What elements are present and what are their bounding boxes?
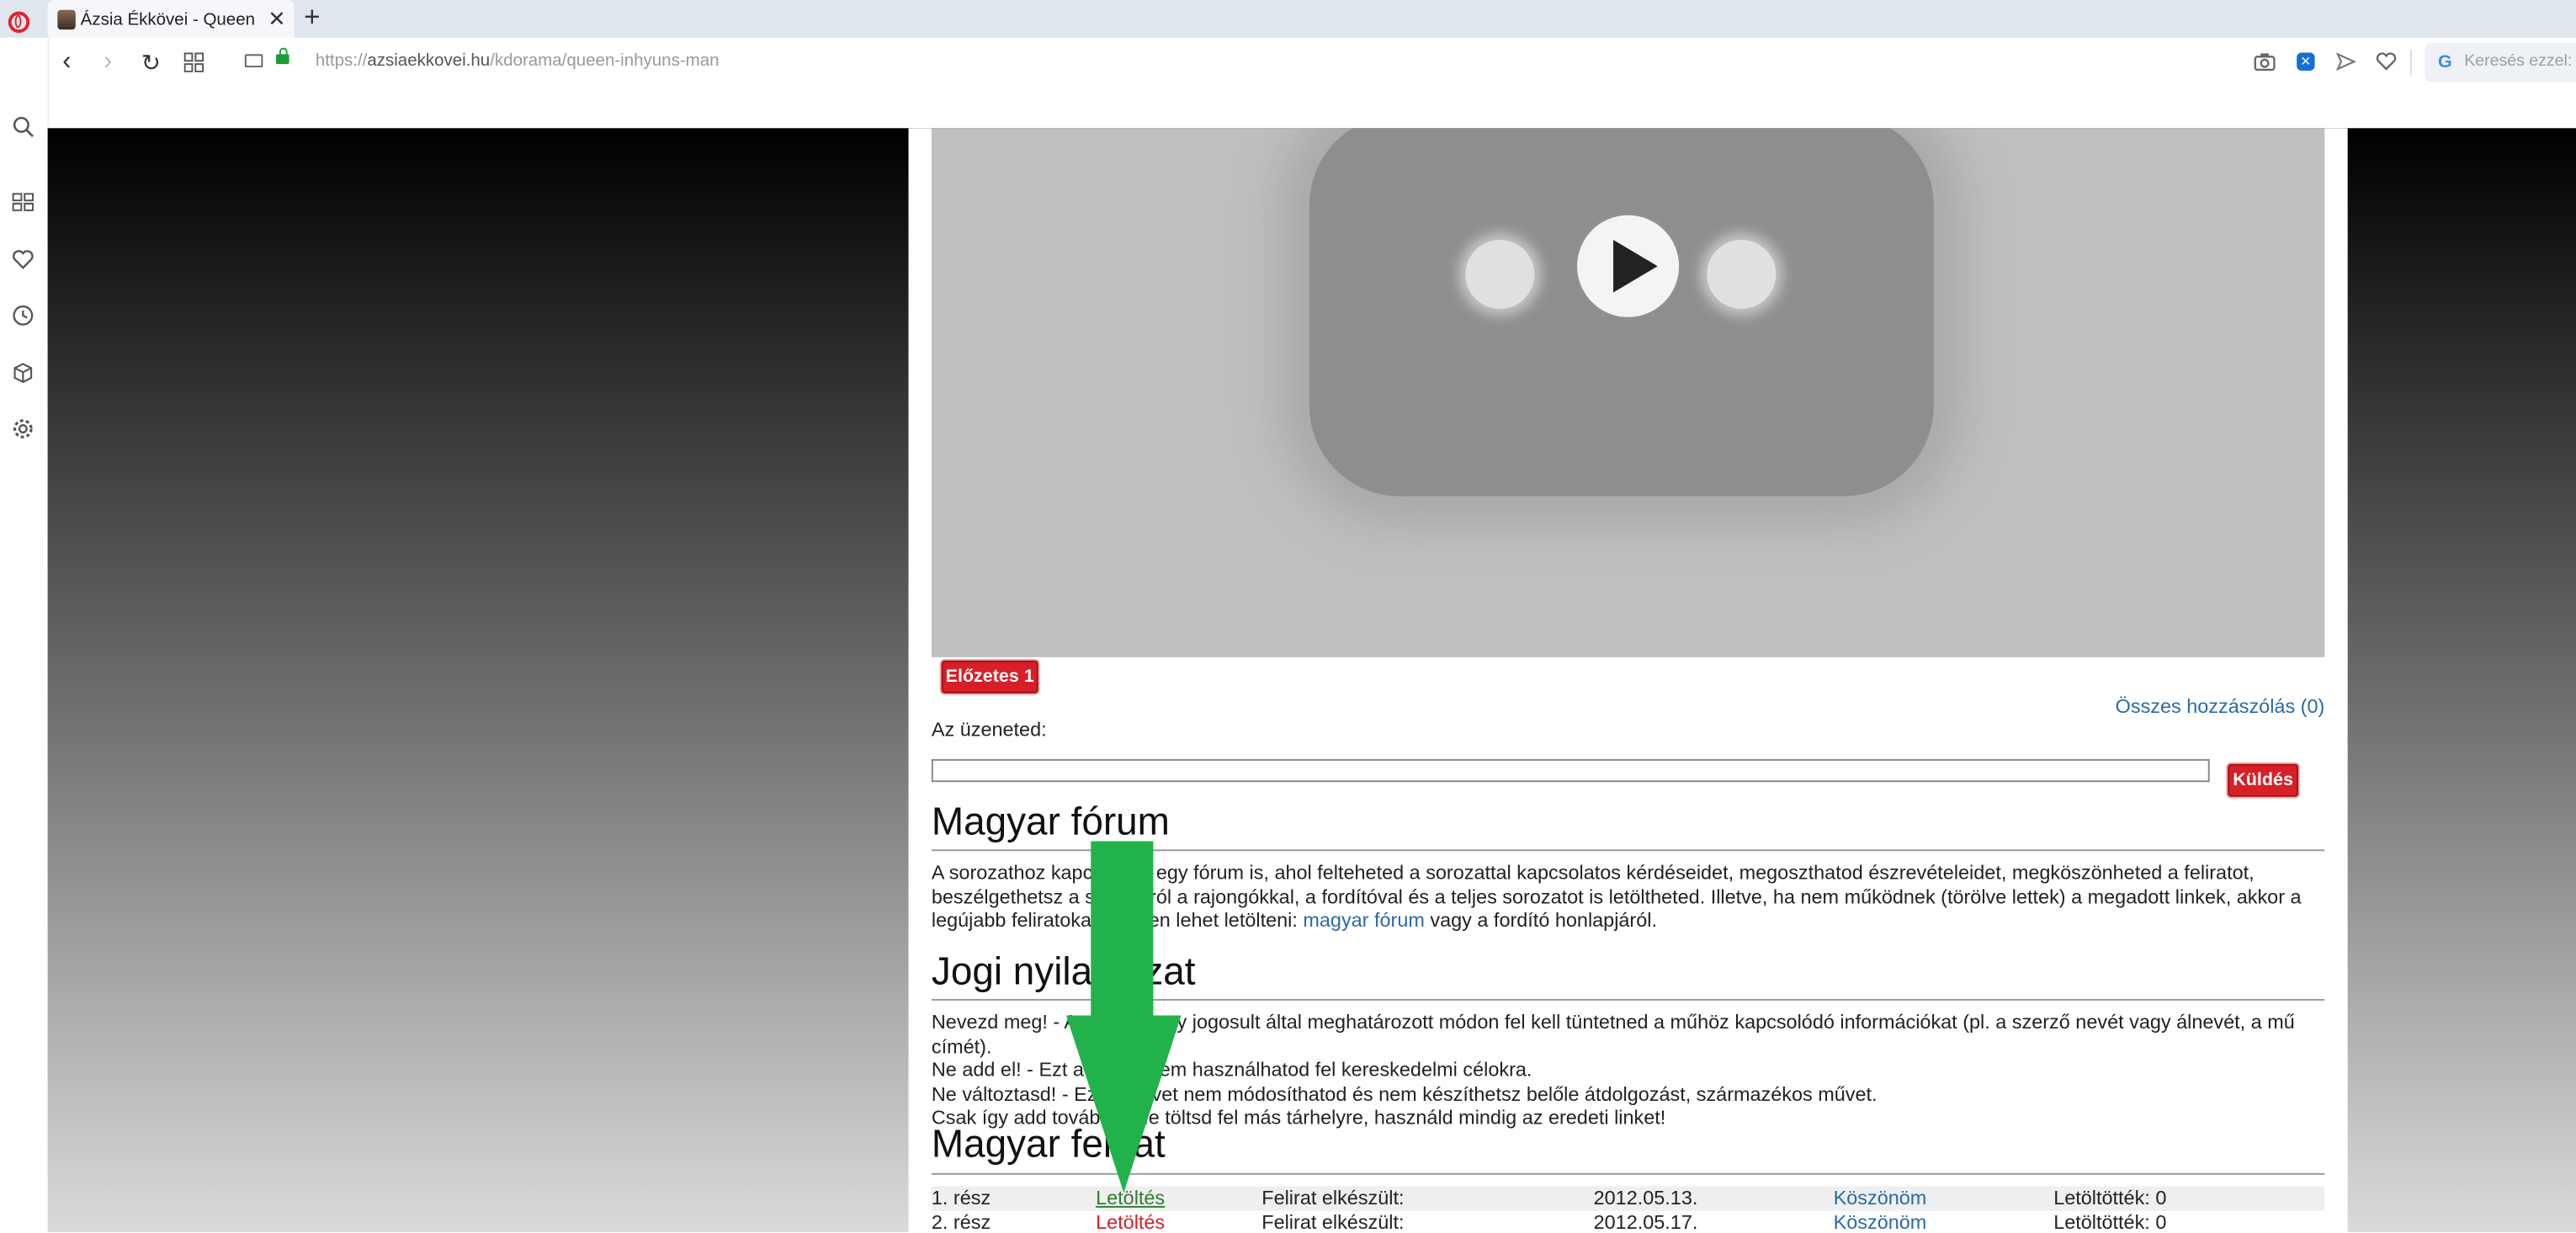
bookmarks-heart-icon[interactable]	[12, 248, 35, 271]
download-count: Letöltötték: 0	[2053, 1186, 2167, 1209]
search-placeholder: Keresés ezzel: G	[2464, 52, 2576, 71]
release-date: 2012.05.13.	[1593, 1186, 1698, 1209]
forum-link[interactable]: magyar fórum	[1303, 909, 1425, 932]
subtitle-row: 2. rész Letöltés Felirat elkészült: 2012…	[932, 1211, 2324, 1232]
tab-strip: Ázsia Ékkövei - Queen Inhyun's Man ✕ +	[0, 0, 2576, 38]
tab-title: Ázsia Ékkövei - Queen Inhyun's Man	[80, 8, 258, 29]
site-info-icon[interactable]	[244, 54, 263, 68]
send-icon[interactable]	[2335, 52, 2356, 71]
speed-dial-icon[interactable]	[12, 190, 35, 213]
lock-icon[interactable]	[275, 47, 289, 65]
forum-text-end: vagy a fordító honlapjáról.	[1424, 908, 1657, 932]
new-tab-icon[interactable]: +	[304, 3, 320, 33]
status-label: Felirat elkészült:	[1261, 1210, 1405, 1233]
episode-label: 1. rész	[931, 1186, 991, 1209]
browser-sidebar	[0, 37, 50, 1233]
back-icon[interactable]: ‹	[62, 48, 71, 77]
opera-menu-icon[interactable]	[8, 11, 30, 34]
send-button[interactable]: Küldés	[2228, 763, 2299, 797]
reload-icon[interactable]: ↻	[141, 48, 161, 77]
green-arrow-annotation	[1065, 841, 1182, 1193]
episode-label: 2. rész	[931, 1210, 991, 1233]
download-link[interactable]: Letöltés	[1096, 1211, 1165, 1232]
trailer-button[interactable]: Előzetes 1	[941, 660, 1038, 694]
forum-heading: Magyar fórum	[931, 800, 1170, 843]
toolbar-divider	[2409, 49, 2412, 76]
video-player[interactable]	[931, 128, 2325, 657]
ad-block-shield-icon[interactable]: ✕	[2297, 52, 2315, 71]
url-path: /kdorama/queen-inhyuns-man	[490, 50, 720, 71]
message-label: Az üzeneted:	[931, 718, 1047, 741]
extensions-cube-icon[interactable]	[12, 361, 35, 384]
address-field[interactable]: https://azsiaekkovei.hu/kdorama/queen-in…	[316, 51, 720, 71]
thanks-link[interactable]: Köszönöm	[1834, 1186, 1927, 1210]
message-input[interactable]	[931, 758, 2210, 783]
google-icon: G	[2438, 52, 2452, 72]
history-clock-icon[interactable]	[12, 304, 35, 327]
close-tab-icon[interactable]: ✕	[268, 8, 285, 29]
search-tabs-icon[interactable]	[12, 115, 35, 138]
site-favicon-icon	[57, 8, 76, 29]
url-scheme: https://	[315, 50, 368, 71]
tab-active[interactable]: Ázsia Ékkövei - Queen Inhyun's Man ✕	[47, 0, 295, 38]
page-viewport: Előzetes 1 Összes hozzászólás (0) Az üze…	[47, 128, 2576, 1233]
thanks-link[interactable]: Köszönöm	[1834, 1211, 1927, 1232]
play-icon[interactable]	[1577, 215, 1680, 317]
thumbnail-eye-left	[1465, 240, 1535, 310]
all-comments-link[interactable]: Összes hozzászólás (0)	[2116, 695, 2325, 718]
settings-gear-icon[interactable]	[12, 417, 35, 440]
bookmark-heart-icon[interactable]	[2376, 52, 2397, 71]
release-date: 2012.05.17.	[1593, 1210, 1698, 1233]
tabs-grid-icon[interactable]	[183, 52, 204, 72]
download-count: Letöltötték: 0	[2053, 1210, 2167, 1233]
url-domain: azsiaekkovei.hu	[367, 50, 491, 71]
forward-icon[interactable]: ›	[104, 48, 112, 77]
thumbnail-eye-right	[1707, 240, 1777, 310]
camera-icon[interactable]	[2254, 52, 2276, 71]
status-label: Felirat elkészült:	[1261, 1186, 1405, 1209]
